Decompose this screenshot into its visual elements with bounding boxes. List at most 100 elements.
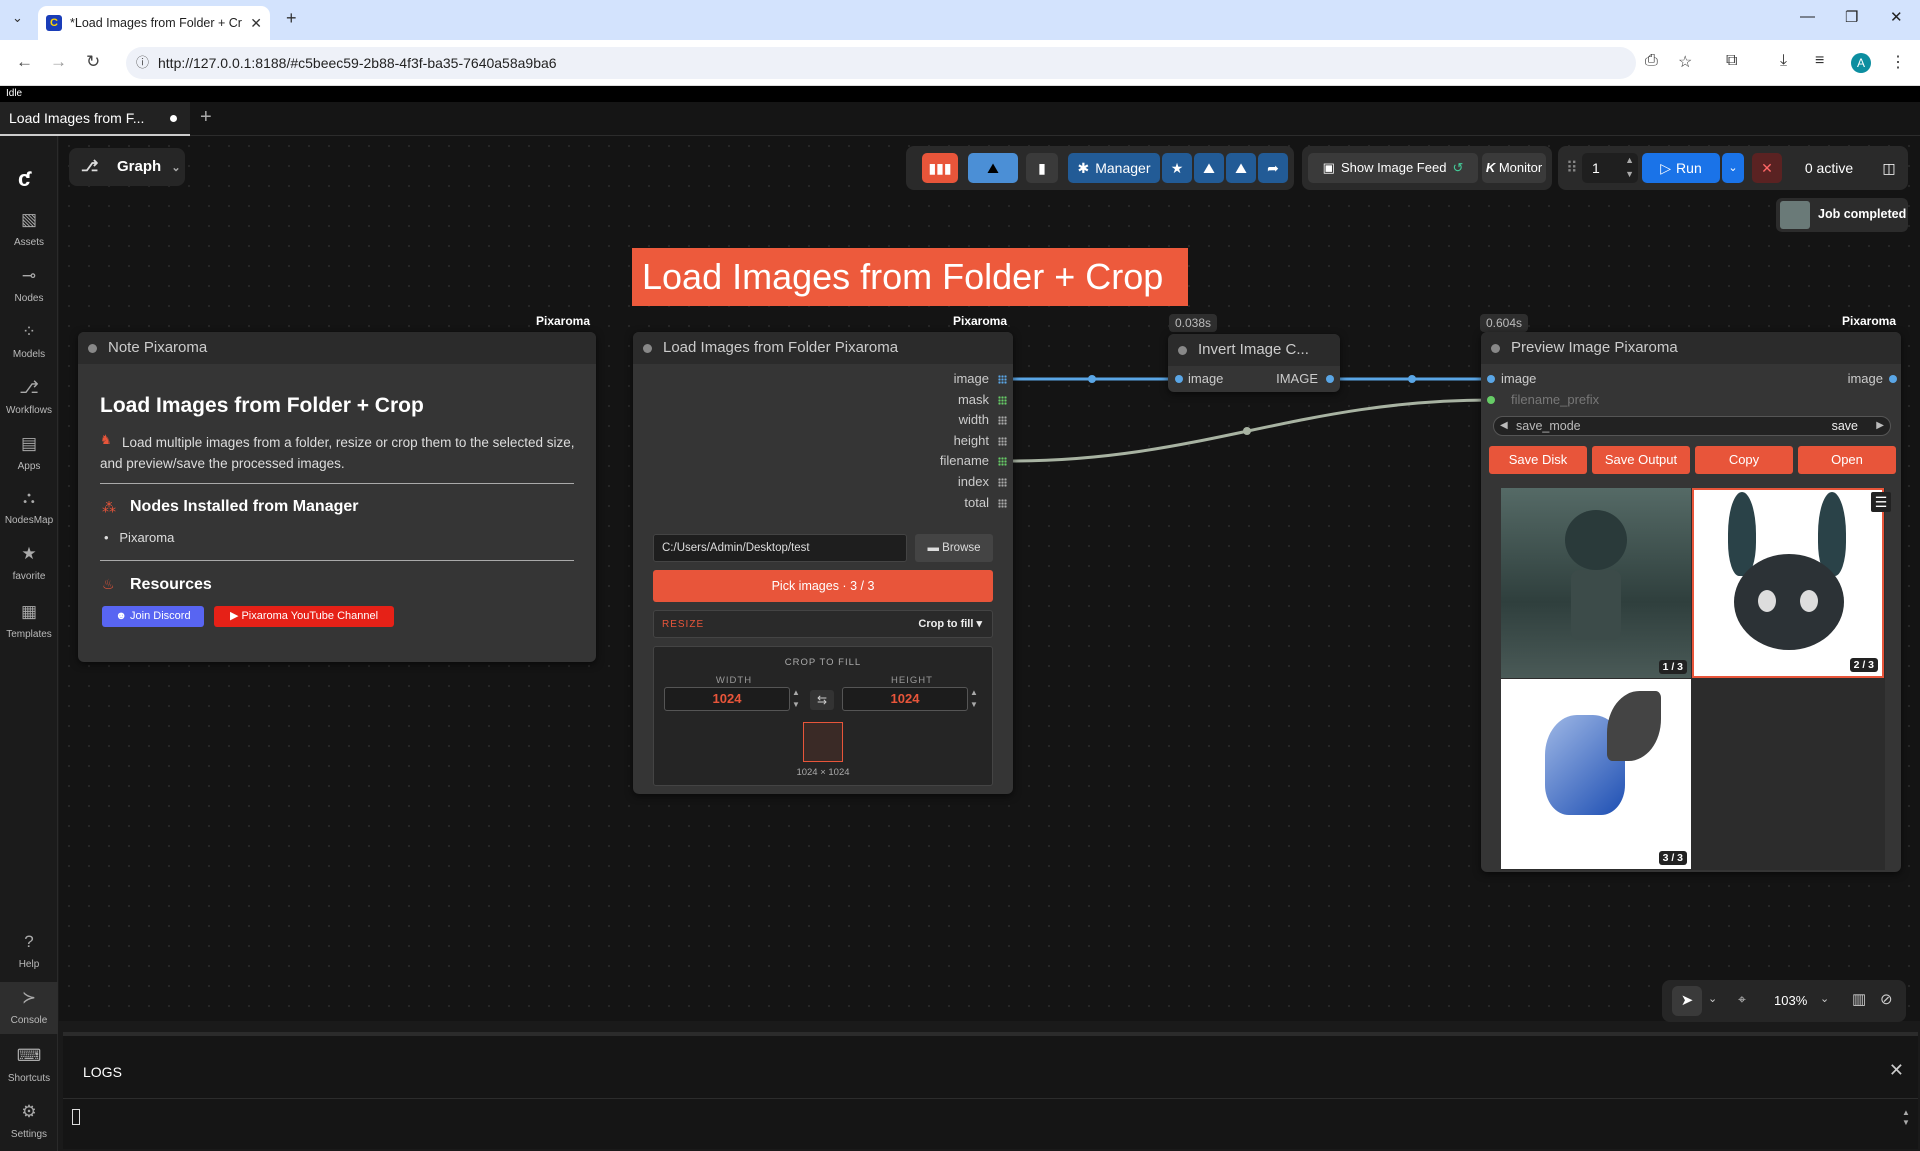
width-stepper-icon[interactable]: ▲ ▼: [792, 687, 804, 711]
thumbnail-2[interactable]: 2 / 3: [1692, 488, 1884, 678]
output-slot-grid-icon[interactable]: [998, 436, 1007, 446]
input-slot-label: image: [1188, 371, 1224, 386]
save-mode-combo[interactable]: ◀ save_mode save ▶: [1493, 416, 1891, 436]
folder-path-input[interactable]: C:/Users/Admin/Desktop/test: [653, 534, 907, 562]
thumbnail-3[interactable]: 3 / 3: [1501, 679, 1691, 869]
arrow-right-icon[interactable]: ▶: [1876, 417, 1884, 435]
preview-image-node[interactable]: Preview Image Pixaroma image image filen…: [1481, 332, 1901, 872]
output-slot-label: filename: [939, 453, 989, 469]
output-slot-label: total: [964, 494, 989, 510]
height-input[interactable]: 1024: [842, 687, 968, 711]
select-tool-icon[interactable]: ➤: [1672, 986, 1702, 1016]
invert-image-node[interactable]: Invert Image C... image IMAGE: [1168, 334, 1340, 392]
note-heading: Load Images from Folder + Crop: [100, 394, 424, 417]
node-badge: Pixaroma: [953, 314, 1008, 328]
rabbit-head-icon: [1734, 554, 1844, 650]
collapse-dot-icon[interactable]: [88, 344, 97, 353]
discord-icon: ☻: [115, 610, 131, 622]
toggle-links-icon[interactable]: ⊘: [1880, 990, 1893, 1008]
output-slot-grid-icon[interactable]: [998, 498, 1007, 508]
divider: [63, 1098, 1918, 1099]
discord-label: Join Discord: [130, 610, 191, 622]
thumb-index-badge: 1 / 3: [1658, 660, 1687, 674]
divider: [100, 560, 574, 561]
height-stepper-icon[interactable]: ▲ ▼: [970, 687, 982, 711]
pick-images-button[interactable]: Pick images · 3 / 3: [653, 570, 993, 602]
link-midpoint[interactable]: [1243, 427, 1251, 435]
resources-heading: Resources: [130, 576, 212, 593]
save-disk-button[interactable]: Save Disk: [1489, 446, 1587, 474]
width-input[interactable]: 1024: [664, 687, 790, 711]
output-slot-grid-icon[interactable]: [998, 375, 1007, 384]
width-label: WIDTH: [715, 675, 753, 686]
ballerina-rabbit-icon: [1565, 510, 1627, 570]
close-logs-icon[interactable]: ✕: [1889, 1060, 1904, 1081]
resize-mode-select[interactable]: Crop to fill ▾: [918, 617, 982, 630]
save-output-button[interactable]: Save Output: [1592, 446, 1690, 474]
height-label: HEIGHT: [891, 675, 933, 686]
collapse-dot-icon[interactable]: [1178, 346, 1187, 355]
thumb-index-badge: 3 / 3: [1658, 851, 1687, 865]
nodes-heading: Nodes Installed from Manager: [130, 498, 359, 515]
load-images-node[interactable]: Load Images from Folder Pixaroma C:/User…: [633, 332, 1013, 794]
node-header[interactable]: Load Images from Folder Pixaroma: [633, 332, 1013, 364]
input-slot-dot[interactable]: [1175, 375, 1183, 383]
fit-view-icon[interactable]: ⌖: [1738, 991, 1746, 1008]
link-midpoint[interactable]: [1408, 375, 1416, 383]
logs-panel: LOGS ✕ ▲ ▼: [63, 1032, 1918, 1149]
output-slot-dot[interactable]: [1889, 375, 1897, 383]
rabbit-ear-left: [1728, 492, 1756, 576]
output-slot-label: mask: [957, 391, 989, 407]
image-grid: 1 / 3 2 / 3 3 / 3 ☰: [1501, 488, 1891, 870]
size-caption: 1024 × 1024: [796, 767, 850, 778]
browse-button[interactable]: ▬ Browse: [915, 534, 993, 562]
folder-icon: ▬: [927, 542, 943, 554]
output-slot-grid-icon[interactable]: [998, 478, 1007, 487]
zoom-level[interactable]: 103%: [1774, 993, 1807, 1008]
input-image-label: image: [1501, 371, 1537, 386]
output-slot-label: height: [953, 432, 989, 448]
output-slot-grid-icon[interactable]: [998, 395, 1007, 405]
thumbnail-1[interactable]: 1 / 3: [1501, 488, 1691, 678]
discord-button[interactable]: ☻ Join Discord: [102, 606, 204, 627]
scrollbar-arrows-icon[interactable]: ▲ ▼: [1900, 1108, 1912, 1128]
node-header[interactable]: Note Pixaroma: [78, 332, 596, 364]
arrow-left-icon[interactable]: ◀: [1500, 417, 1508, 435]
terminal-cursor[interactable]: [72, 1109, 80, 1125]
save-mode-label: save_mode: [1516, 419, 1581, 433]
execution-time-badge: 0.038s: [1169, 314, 1218, 332]
copy-button[interactable]: Copy: [1695, 446, 1793, 474]
minimap-icon[interactable]: ▥: [1852, 990, 1866, 1008]
link-filename-preview: [1011, 398, 1491, 463]
open-button[interactable]: Open: [1798, 446, 1896, 474]
node-badge: Pixaroma: [1842, 314, 1897, 328]
chevron-down-icon[interactable]: ⌄: [1708, 992, 1717, 1005]
crop-heading: CROP TO FILL: [784, 657, 862, 668]
filename-prefix-label: filename_prefix: [1511, 392, 1600, 407]
swap-dimensions-icon[interactable]: ⇆: [810, 690, 834, 710]
input-slot-dot[interactable]: [1487, 375, 1495, 383]
collapse-dot-icon[interactable]: [643, 344, 652, 353]
logs-title: LOGS: [83, 1064, 122, 1080]
note-node[interactable]: Note Pixaroma Load Images from Folder + …: [78, 332, 596, 662]
output-slot-dot[interactable]: [1326, 375, 1334, 383]
nodes-list-item: • Pixaroma: [104, 530, 175, 545]
nodes-list-text: Pixaroma: [119, 530, 175, 545]
link-midpoint[interactable]: [1088, 375, 1096, 383]
youtube-label: Pixaroma YouTube Channel: [241, 610, 379, 622]
output-slot-grid-icon[interactable]: [998, 416, 1007, 426]
collapse-dot-icon[interactable]: [1491, 344, 1500, 353]
output-slot-label: IMAGE: [1276, 371, 1318, 386]
resize-mode-value: Crop to fill: [918, 618, 974, 630]
node-header[interactable]: Preview Image Pixaroma: [1481, 332, 1901, 364]
note-description: Load multiple images from a folder, resi…: [100, 435, 575, 471]
canvas-controls: ➤ ⌄ ⌖ 103% ⌄ ▥ ⊘: [1662, 980, 1906, 1022]
filename-slot-dot[interactable]: [1487, 396, 1495, 404]
output-slot-label: image: [1847, 371, 1883, 386]
grid-menu-icon[interactable]: ☰: [1871, 492, 1891, 512]
node-header[interactable]: Invert Image C...: [1168, 334, 1340, 366]
node-title: Note Pixaroma: [108, 339, 208, 356]
youtube-button[interactable]: ▶ Pixaroma YouTube Channel: [214, 606, 394, 627]
chevron-down-icon[interactable]: ⌄: [1820, 992, 1829, 1005]
output-slot-grid-icon[interactable]: [998, 457, 1007, 467]
